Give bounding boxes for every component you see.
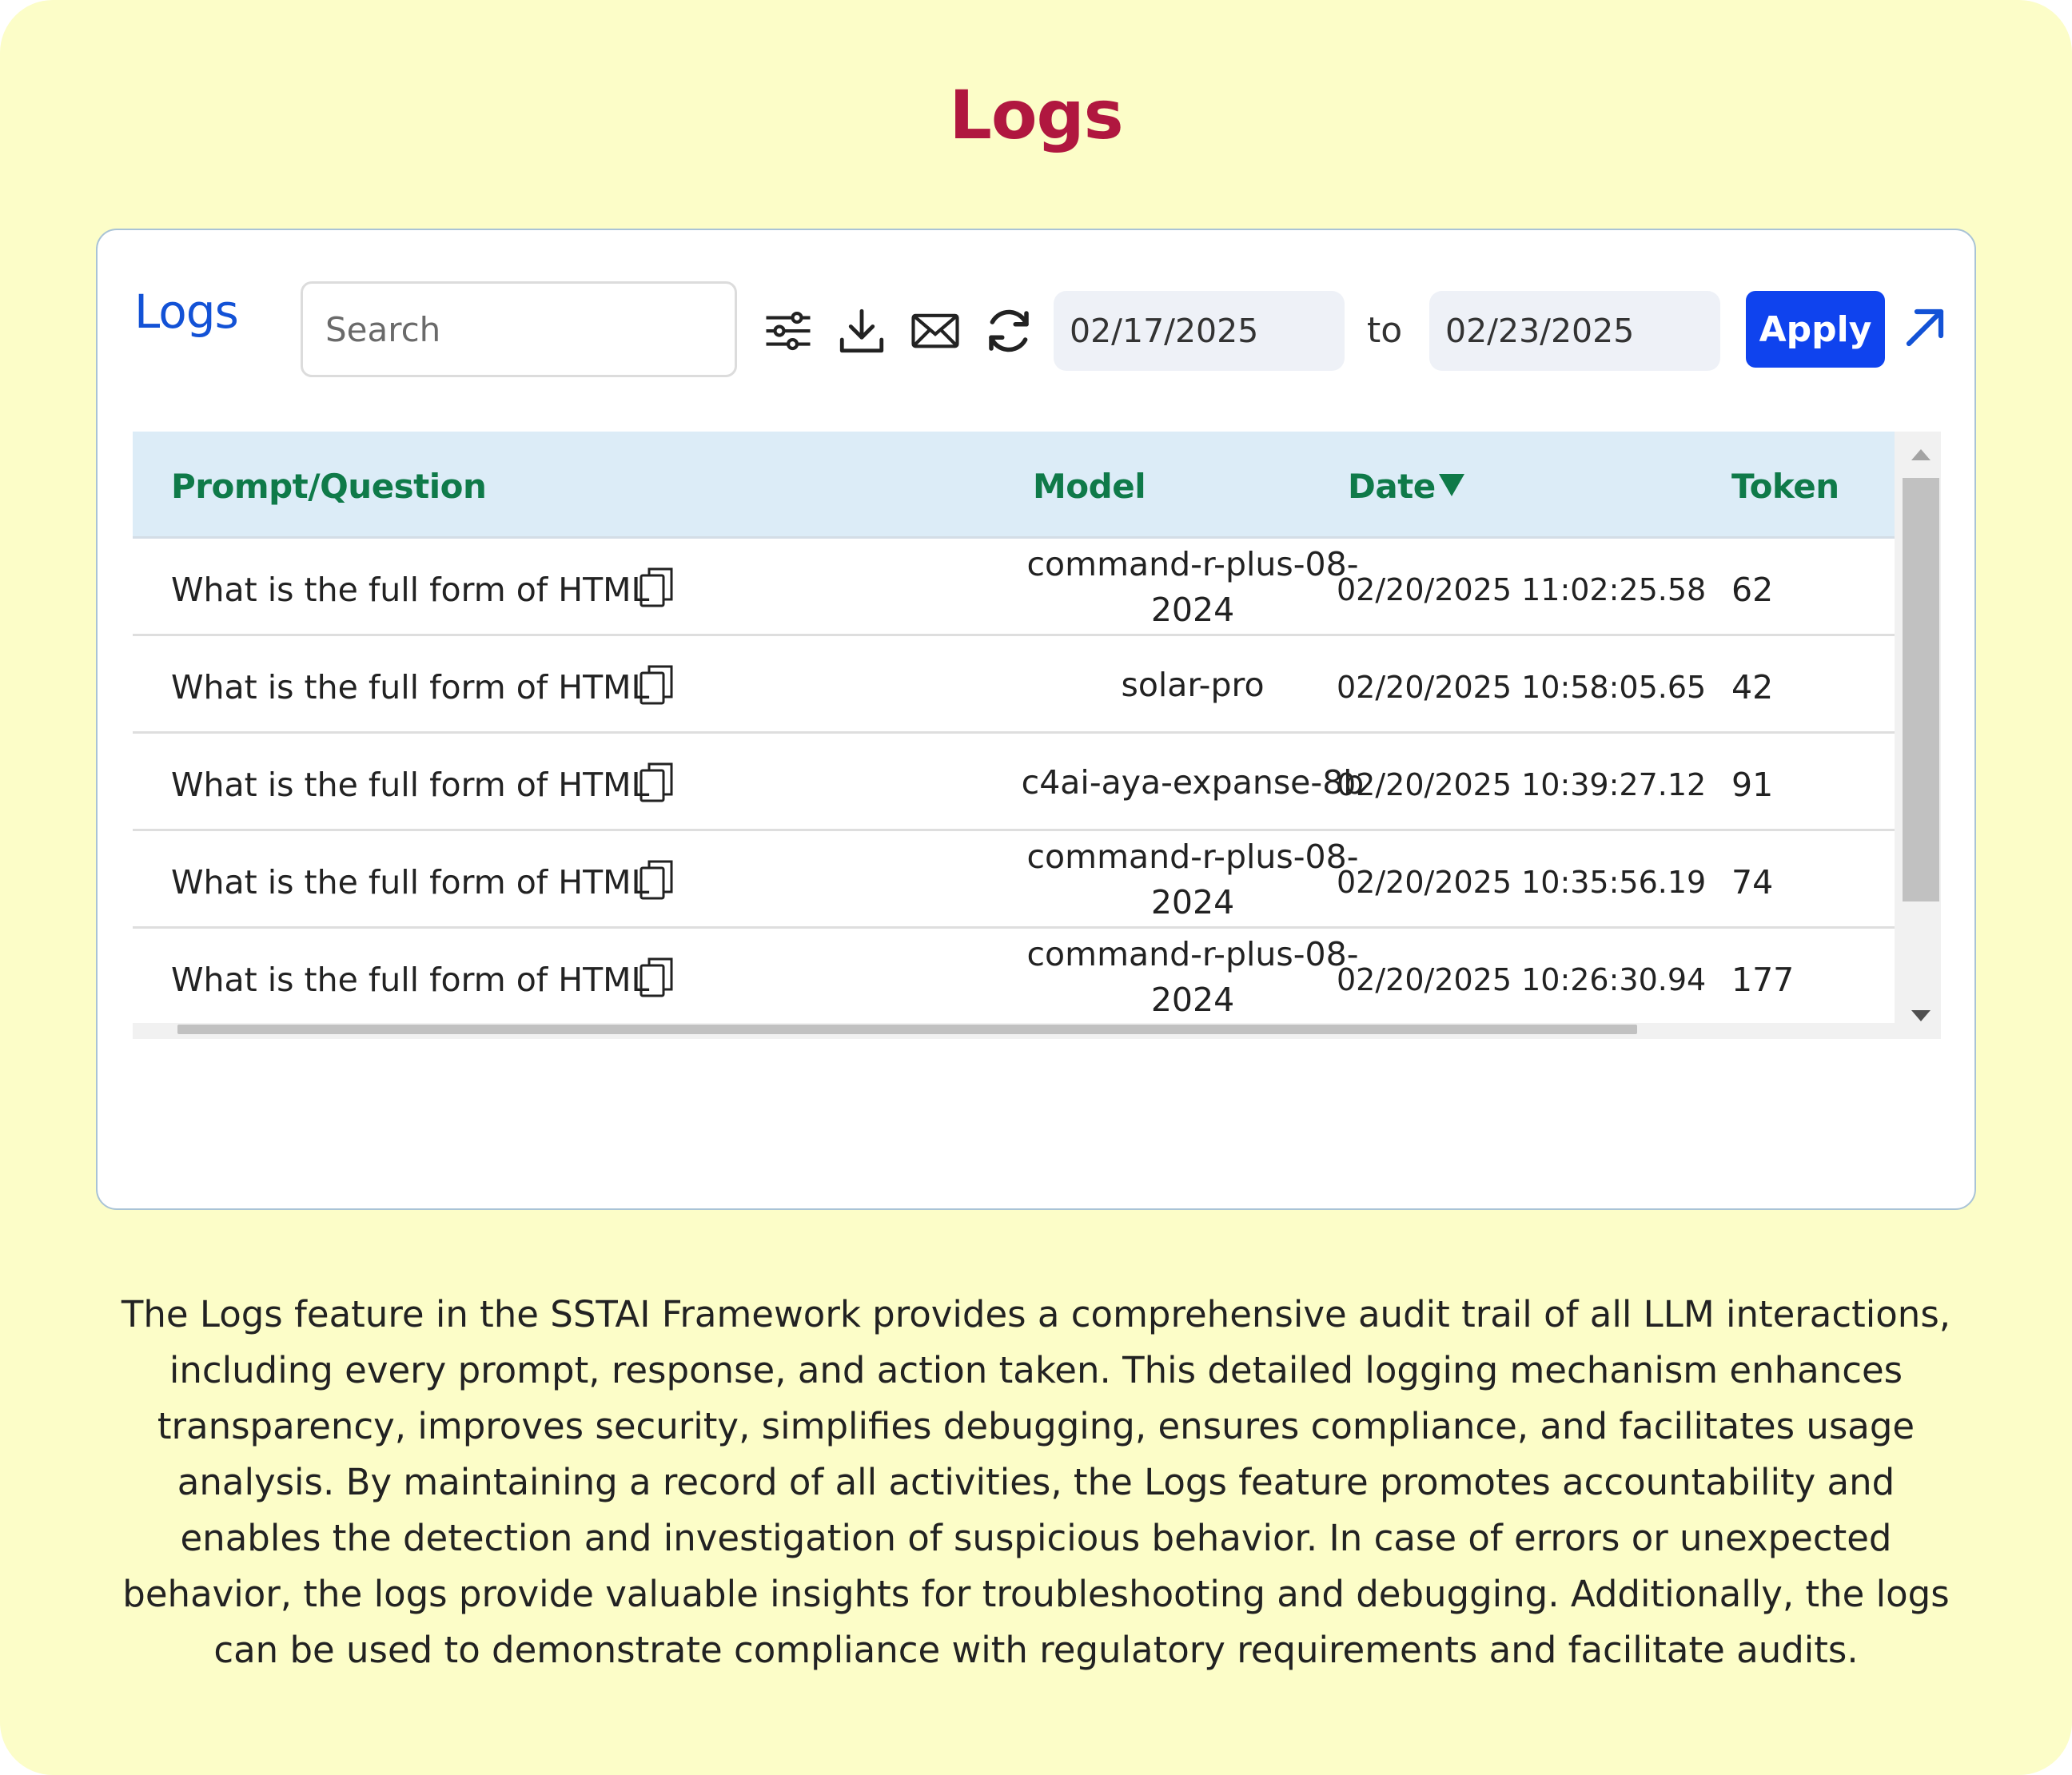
token-cell: 62 xyxy=(1731,571,1774,609)
panel-title: Logs xyxy=(134,285,239,339)
table-row[interactable]: What is the full form of HTML command-r-… xyxy=(133,831,1895,929)
copy-icon[interactable] xyxy=(638,761,675,804)
date-cell: 02/20/2025 10:58:05.65 xyxy=(1337,670,1707,705)
copy-icon[interactable] xyxy=(638,566,675,609)
model-cell: solar-pro xyxy=(1121,665,1265,704)
feature-description: The Logs feature in the SSTAI Framework … xyxy=(121,1293,1951,1671)
column-header-token[interactable]: Token xyxy=(1731,467,1839,506)
table-row[interactable]: What is the full form of HTML command-r-… xyxy=(133,539,1895,636)
expand-button[interactable] xyxy=(1901,304,1949,352)
copy-icon[interactable] xyxy=(638,663,675,706)
table-body: Prompt/Question Model Date Token What is… xyxy=(133,432,1895,1028)
model-cell: c4ai-aya-expanse-8b xyxy=(1021,762,1365,802)
model-cell: command-r-plus-08-2024 xyxy=(1026,838,1359,921)
date-from-input[interactable]: 02/17/2025 xyxy=(1054,291,1345,371)
token-cell: 42 xyxy=(1731,668,1774,706)
token-cell: 74 xyxy=(1731,863,1774,901)
refresh-button[interactable] xyxy=(980,302,1038,360)
filter-button[interactable] xyxy=(759,302,817,360)
page-title: Logs xyxy=(949,76,1123,154)
token-cell: 177 xyxy=(1731,961,1795,999)
vertical-scroll-thumb[interactable] xyxy=(1903,478,1939,901)
sort-descending-icon xyxy=(1438,474,1464,496)
date-cell: 02/20/2025 10:39:27.12 xyxy=(1337,767,1707,802)
horizontal-scrollbar[interactable] xyxy=(133,1023,1895,1039)
date-to-input[interactable]: 02/23/2025 xyxy=(1429,291,1720,371)
download-icon xyxy=(839,308,884,353)
model-cell: command-r-plus-08-2024 xyxy=(1026,545,1359,629)
prompt-cell: What is the full form of HTML xyxy=(171,766,650,804)
mail-icon xyxy=(911,313,959,348)
table-row[interactable]: What is the full form of HTML solar-pro … xyxy=(133,636,1895,734)
arrow-up-right-icon xyxy=(1906,308,1944,347)
copy-icon[interactable] xyxy=(638,858,675,901)
download-button[interactable] xyxy=(833,302,891,360)
token-cell: 91 xyxy=(1731,766,1774,804)
prompt-cell: What is the full form of HTML xyxy=(171,668,650,706)
column-header-date[interactable]: Date xyxy=(1348,467,1464,506)
scroll-up-icon[interactable] xyxy=(1911,449,1931,460)
logs-table: Prompt/Question Model Date Token What is… xyxy=(133,432,1941,1039)
table-row[interactable]: What is the full form of HTML c4ai-aya-e… xyxy=(133,734,1895,831)
page-canvas: Logs Logs Search 02/17/2025 to 02/23/202… xyxy=(0,0,2072,1775)
logs-panel: Logs Search 02/17/2025 to 02/23/2025 App… xyxy=(96,229,1976,1210)
email-button[interactable] xyxy=(906,302,964,360)
date-range-separator: to xyxy=(1367,310,1403,351)
date-cell: 02/20/2025 11:02:25.58 xyxy=(1337,572,1707,607)
column-header-date-label: Date xyxy=(1348,467,1436,506)
search-input[interactable] xyxy=(301,281,737,377)
date-cell: 02/20/2025 10:35:56.19 xyxy=(1337,865,1707,900)
model-cell: command-r-plus-08-2024 xyxy=(1026,935,1359,1019)
filter-sliders-icon xyxy=(766,311,811,351)
horizontal-scroll-thumb[interactable] xyxy=(177,1025,1637,1034)
prompt-cell: What is the full form of HTML xyxy=(171,961,650,999)
copy-icon[interactable] xyxy=(638,956,675,999)
table-row[interactable]: What is the full form of HTML command-r-… xyxy=(133,929,1895,1026)
apply-button[interactable]: Apply xyxy=(1746,291,1885,368)
column-header-model[interactable]: Model xyxy=(1033,467,1146,506)
refresh-icon xyxy=(989,309,1029,352)
prompt-cell: What is the full form of HTML xyxy=(171,863,650,901)
date-cell: 02/20/2025 10:26:30.94 xyxy=(1337,962,1707,997)
scroll-down-icon[interactable] xyxy=(1911,1010,1931,1021)
column-header-prompt[interactable]: Prompt/Question xyxy=(171,467,487,506)
vertical-scrollbar[interactable] xyxy=(1898,432,1941,1028)
prompt-cell: What is the full form of HTML xyxy=(171,571,650,609)
table-header: Prompt/Question Model Date Token xyxy=(133,432,1895,539)
